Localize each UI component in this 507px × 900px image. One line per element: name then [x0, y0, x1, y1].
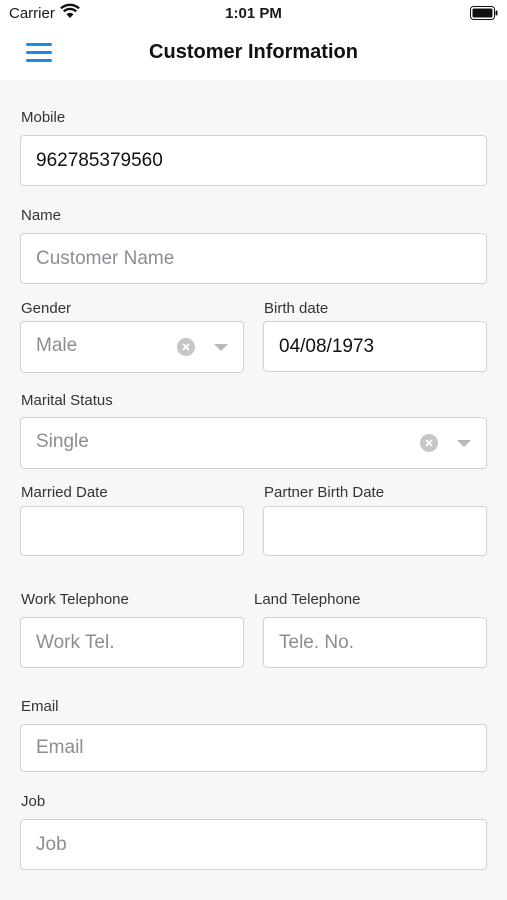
clock-time: 1:01 PM	[225, 5, 282, 22]
partner-birth-date-label: Partner Birth Date	[264, 484, 385, 501]
battery-icon	[470, 6, 498, 20]
partner-birth-date-field[interactable]	[263, 506, 487, 556]
birth-date-field[interactable]	[263, 321, 487, 372]
marital-status-select[interactable]: Single	[20, 417, 487, 469]
chevron-down-icon[interactable]	[214, 344, 228, 351]
land-telephone-label: Land Telephone	[254, 591, 361, 608]
page-title: Customer Information	[149, 41, 358, 63]
email-label: Email	[21, 698, 59, 715]
name-label: Name	[21, 207, 62, 224]
name-field[interactable]	[20, 233, 487, 284]
married-date-field[interactable]	[20, 506, 244, 556]
marital-status-label: Marital Status	[21, 392, 113, 409]
email-field[interactable]	[20, 724, 487, 772]
job-field[interactable]	[20, 819, 487, 870]
work-telephone-field[interactable]	[20, 617, 244, 668]
land-telephone-field[interactable]	[263, 617, 487, 668]
clear-circle-icon[interactable]	[420, 434, 438, 452]
gender-select[interactable]: Male	[20, 321, 244, 373]
gender-selected-value: Male	[36, 335, 78, 356]
status-bar: Carrier 1:01 PM	[0, 0, 507, 28]
birth-date-label: Birth date	[264, 300, 329, 317]
clear-circle-icon[interactable]	[177, 338, 195, 356]
mobile-field[interactable]	[20, 135, 487, 186]
mobile-label: Mobile	[21, 109, 66, 126]
married-date-label: Married Date	[21, 484, 108, 501]
gender-label: Gender	[21, 300, 72, 317]
chevron-down-icon[interactable]	[457, 440, 471, 447]
job-label: Job	[21, 793, 46, 810]
work-telephone-label: Work Telephone	[21, 591, 129, 608]
navigation-bar: Customer Information	[0, 28, 507, 80]
marital-status-selected-value: Single	[36, 431, 89, 452]
